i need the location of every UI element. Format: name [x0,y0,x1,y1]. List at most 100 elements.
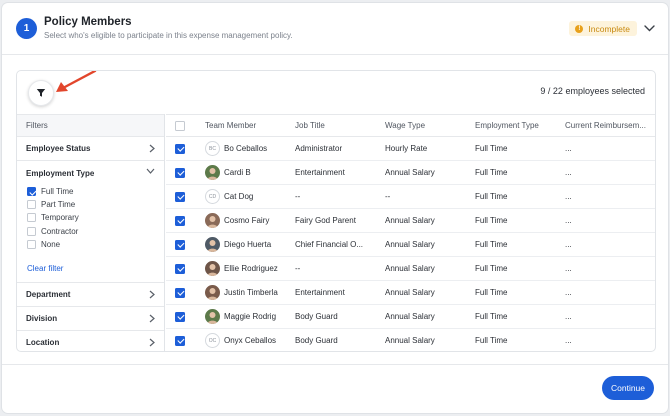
filter-group-location[interactable]: Location [17,331,164,351]
continue-button[interactable]: Continue [602,376,654,400]
reimbursement-cell: ... [565,240,572,249]
member-name: Maggie Rodrig [224,312,277,321]
wage-type-cell: Annual Salary [385,264,435,273]
page-title: Policy Members [44,16,132,28]
member-name: Justin Timberla [224,288,278,297]
filter-group-division[interactable]: Division [17,307,164,331]
row-checkbox[interactable] [175,143,185,154]
header-divider [2,54,668,55]
wage-type-cell: Annual Salary [385,168,435,177]
option-checkbox[interactable] [27,213,36,223]
avatar [205,213,220,228]
row-checkbox[interactable] [175,335,185,346]
job-title-cell: -- [295,264,301,273]
employment-type-cell: Full Time [475,288,508,297]
row-checkbox[interactable] [175,287,185,298]
member-name: Bo Ceballos [224,144,268,153]
row-checkbox[interactable] [175,311,185,322]
row-checkbox[interactable] [175,215,185,226]
table-row[interactable]: Maggie Rodrig Body Guard Annual Salary Full… [166,305,655,329]
reimbursement-cell: ... [565,288,572,297]
option-checkbox[interactable] [27,200,36,210]
wage-type-cell: Annual Salary [385,240,435,249]
filter-group-label: Location [26,337,60,347]
filter-toggle-button[interactable] [28,80,54,106]
employment-type-option[interactable]: None [27,238,164,251]
table-row[interactable]: BC Bo Ceballos Administrator Hourly Rate Ful… [166,137,655,161]
employment-type-cell: Full Time [475,192,508,201]
wage-type-cell: Annual Salary [385,216,435,225]
option-checkbox[interactable] [27,187,36,197]
row-checkbox[interactable] [175,239,185,250]
employment-type-option[interactable]: Contractor [27,225,164,238]
clear-filter-link[interactable]: Clear filter [27,264,164,279]
chevron-right-icon [149,314,155,323]
option-checkbox[interactable] [27,226,36,236]
policy-members-card: 1 Policy Members Select who's eligible t… [2,3,668,413]
option-checkbox[interactable] [27,239,36,249]
status-badge: ! Incomplete [569,21,637,36]
column-header-job-title[interactable]: Job Title [295,115,325,137]
select-all-checkbox[interactable] [175,121,185,131]
column-header-team-member[interactable]: Team Member [205,115,256,137]
chevron-right-icon [149,144,155,153]
table-row[interactable]: CD Cat Dog -- -- Full Time... [166,185,655,209]
employment-type-cell: Full Time [475,168,508,177]
option-label: Contractor [41,226,79,236]
row-checkbox[interactable] [175,263,185,274]
filter-group-employment-type[interactable]: Employment Type [17,161,164,185]
member-name: Onyx Ceballos [224,336,277,345]
table-row[interactable]: Ellie Rodriguez -- Annual Salary Full Time.… [166,257,655,281]
job-title-cell: Body Guard [295,336,338,345]
employment-type-option[interactable]: Part Time [27,198,164,211]
column-header-wage-type[interactable]: Wage Type [385,115,425,137]
step-number-badge: 1 [16,18,37,39]
avatar [205,285,220,300]
employment-type-options: Full Time Part Time Temporary Contractor Non… [17,185,164,251]
employment-type-option[interactable]: Full Time [27,185,164,198]
avatar [205,309,220,324]
row-checkbox[interactable] [175,167,185,178]
filter-group-department[interactable]: Department [17,283,164,307]
job-title-cell: Chief Financial O... [295,240,364,249]
reimbursement-cell: ... [565,312,572,321]
row-checkbox[interactable] [175,191,185,202]
reimbursement-cell: ... [565,144,572,153]
filters-sidebar: Filters Employee Status Employment Type … [17,114,165,351]
members-table: Team Member Job Title Wage Type Employme… [166,114,655,351]
red-arrow-annotation [56,71,97,92]
member-name: Cardi B [224,168,251,177]
page-subtitle: Select who's eligible to participate in … [44,31,293,40]
employment-type-option[interactable]: Temporary [27,211,164,224]
reimbursement-cell: ... [565,264,572,273]
filter-group-label: Department [26,289,71,299]
table-body: BC Bo Ceballos Administrator Hourly Rate Ful… [166,137,655,351]
table-row[interactable]: Diego Huerta Chief Financial O... Annual S… [166,233,655,257]
employment-type-cell: Full Time [475,240,508,249]
reimbursement-cell: ... [565,216,572,225]
table-row[interactable]: OC Onyx Ceballos Body Guard Annual Salary Fu… [166,329,655,351]
wage-type-cell: Hourly Rate [385,144,428,153]
collapse-chevron-icon[interactable] [642,21,656,35]
employment-type-expanded: Employment Type Full Time Part Time Tempor… [17,161,164,283]
filter-group-employee-status[interactable]: Employee Status [17,137,164,161]
job-title-cell: Body Guard [295,312,338,321]
filter-group-label: Division [26,313,58,323]
column-header-employment-type[interactable]: Employment Type [475,115,539,137]
avatar [205,165,220,180]
table-row[interactable]: Cosmo Fairy Fairy God Parent Annual Salary… [166,209,655,233]
job-title-cell: Administrator [295,144,343,153]
footer-divider [2,364,668,365]
option-label: Full Time [41,187,74,197]
job-title-cell: Fairy God Parent [295,216,356,225]
job-title-cell: Entertainment [295,288,345,297]
employment-type-cell: Full Time [475,144,508,153]
table-row[interactable]: Cardi B Entertainment Annual Salary Full Ti… [166,161,655,185]
filter-group-label: Employee Status [26,144,91,153]
chevron-right-icon [149,290,155,299]
employment-type-cell: Full Time [475,216,508,225]
column-header-current-reimbursement[interactable]: Current Reimbursem... [565,115,646,137]
chevron-right-icon [149,338,155,347]
employment-type-cell: Full Time [475,312,508,321]
table-row[interactable]: Justin Timberla Entertainment Annual Salar… [166,281,655,305]
